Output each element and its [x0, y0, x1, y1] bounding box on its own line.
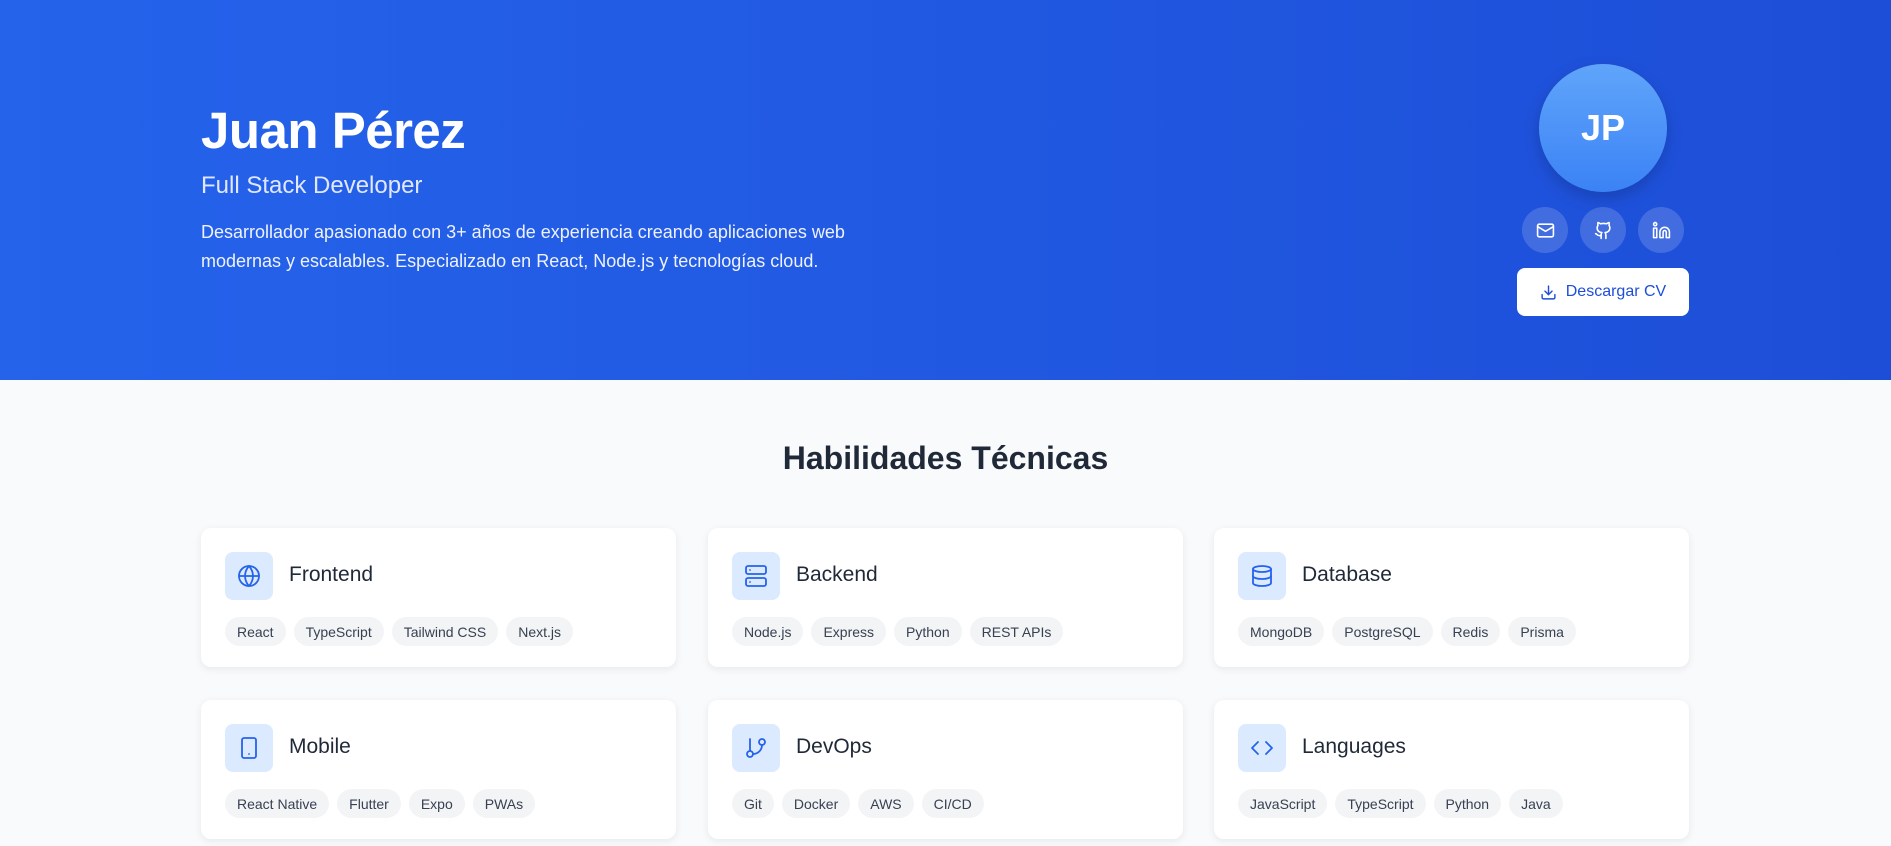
skills-section-title: Habilidades Técnicas — [782, 440, 1109, 476]
skill-card-languages: Languages JavaScript TypeScript Python J… — [1214, 700, 1689, 839]
skill-card-icon-box — [732, 552, 780, 600]
skill-tag: Python — [1433, 789, 1502, 818]
skill-card-backend: Backend Node.js Express Python REST APIs — [708, 528, 1183, 667]
github-icon — [1594, 221, 1611, 239]
download-cv-label: Descargar CV — [1565, 283, 1667, 300]
server-icon — [745, 565, 767, 587]
profile-bio-line-1: Desarrollador apasionado con 3+ años de … — [201, 222, 845, 242]
skill-tag: Prisma — [1508, 617, 1576, 646]
skill-tag: TypeScript — [293, 617, 384, 646]
skill-card-mobile: Mobile React Native Flutter Expo PWAs — [201, 700, 676, 839]
skill-card-frontend: Frontend React TypeScript Tailwind CSS N… — [201, 528, 676, 667]
skill-card-icon-box — [1238, 552, 1286, 600]
skill-tag: JavaScript — [1238, 789, 1328, 818]
skill-tag-list: MongoDB PostgreSQL Redis Prisma — [1238, 617, 1576, 646]
skill-tag: MongoDB — [1238, 617, 1325, 646]
skill-tag: Docker — [781, 789, 851, 818]
download-cv-button[interactable]: Descargar CV — [1517, 268, 1689, 316]
skill-card-title: Mobile — [289, 735, 351, 758]
skill-tag: React Native — [225, 789, 330, 818]
hero-section: Juan Pérez Full Stack Developer Desarrol… — [0, 0, 1891, 380]
skill-card-title: Frontend — [289, 563, 374, 586]
profile-bio: Desarrollador apasionado con 3+ años de … — [201, 218, 901, 276]
mail-icon — [1536, 222, 1554, 238]
email-link[interactable] — [1522, 207, 1568, 253]
globe-icon — [238, 565, 260, 587]
linkedin-icon — [1652, 221, 1670, 238]
skill-card-devops: DevOps Git Docker AWS CI/CD — [708, 700, 1183, 839]
skill-tag-list: Node.js Express Python REST APIs — [732, 617, 1064, 646]
hero-intro: Juan Pérez Full Stack Developer Desarrol… — [201, 100, 901, 276]
avatar: JP — [1539, 64, 1667, 192]
skill-tag-list: Git Docker AWS CI/CD — [732, 789, 984, 818]
skill-tag: REST APIs — [969, 617, 1064, 646]
skill-tag: Git — [732, 789, 774, 818]
skill-card-icon-box — [225, 552, 273, 600]
database-icon — [1252, 565, 1272, 587]
linkedin-link[interactable] — [1638, 207, 1684, 253]
skill-tag: React — [225, 617, 286, 646]
skill-tag: PostgreSQL — [1332, 617, 1433, 646]
profile-bio-line-2: modernas y escalables. Especializado en … — [201, 251, 819, 271]
skill-tag: Flutter — [337, 789, 401, 818]
github-link[interactable] — [1580, 207, 1626, 253]
skill-tag: PWAs — [472, 789, 536, 818]
skill-card-title: DevOps — [796, 735, 872, 758]
git-branch-icon — [746, 738, 766, 758]
code-icon — [1251, 741, 1273, 755]
skill-tag: Next.js — [506, 617, 573, 646]
profile-role: Full Stack Developer — [201, 172, 423, 199]
skill-tag: Java — [1509, 789, 1563, 818]
skill-tag: Node.js — [732, 617, 804, 646]
skill-tag: CI/CD — [921, 789, 984, 818]
skill-tag: Python — [894, 617, 962, 646]
skill-tag: Express — [811, 617, 887, 646]
skill-card-title: Database — [1302, 563, 1392, 586]
skill-tag: AWS — [858, 789, 914, 818]
skill-card-icon-box — [1238, 724, 1286, 772]
skill-card-title: Languages — [1302, 735, 1406, 758]
skill-tag-list: React TypeScript Tailwind CSS Next.js — [225, 617, 573, 646]
smartphone-icon — [241, 737, 257, 759]
skill-card-icon-box — [732, 724, 780, 772]
skill-tag-list: React Native Flutter Expo PWAs — [225, 789, 536, 818]
download-icon — [1541, 284, 1556, 300]
skill-card-icon-box — [225, 724, 273, 772]
skill-tag: Tailwind CSS — [391, 617, 499, 646]
profile-name: Juan Pérez — [201, 102, 466, 159]
skill-card-database: Database MongoDB PostgreSQL Redis Prisma — [1214, 528, 1689, 667]
skill-tag: Redis — [1440, 617, 1501, 646]
skill-card-title: Backend — [796, 563, 878, 586]
skill-tag: Expo — [408, 789, 465, 818]
skill-tag-list: JavaScript TypeScript Python Java — [1238, 789, 1563, 818]
skill-tag: TypeScript — [1335, 789, 1426, 818]
